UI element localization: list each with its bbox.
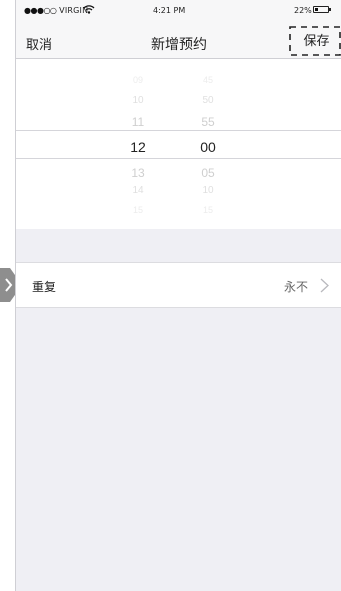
hour-option-13[interactable]: 13 — [108, 166, 168, 180]
hour-option-14[interactable]: 14 — [108, 185, 168, 196]
picker-selection-top-line — [16, 130, 341, 131]
repeat-setting-row[interactable]: 重复 永不 — [16, 262, 341, 308]
navigation-bar: 取消 新增预约 保存 — [16, 20, 341, 59]
minute-option-15[interactable]: 15 — [178, 205, 238, 215]
minute-option-00[interactable]: 00 — [178, 139, 238, 155]
battery-tip — [329, 8, 331, 11]
status-bar: ●●●○○ VIRGIN 4:21 PM 22% — [16, 0, 341, 20]
battery-percent: 22% — [294, 6, 312, 15]
minute-option-50[interactable]: 50 — [178, 95, 238, 106]
hour-option-10[interactable]: 10 — [108, 95, 168, 106]
minute-option-05[interactable]: 05 — [178, 166, 238, 180]
minute-option-45[interactable]: 45 — [178, 75, 238, 85]
hour-option-11[interactable]: 11 — [108, 115, 168, 129]
signal-strength-dots: ●●●○○ — [24, 6, 57, 15]
section-gap — [16, 229, 341, 262]
carrier-indicator: ●●●○○ VIRGIN — [24, 6, 88, 15]
picker-selection-bottom-line — [16, 158, 341, 159]
status-time: 4:21 PM — [153, 6, 186, 15]
hour-option-09[interactable]: 09 — [108, 75, 168, 85]
minute-option-10[interactable]: 10 — [178, 185, 238, 196]
minute-option-55[interactable]: 55 — [178, 115, 238, 129]
time-picker[interactable]: 09 10 11 12 13 14 15 45 50 55 00 05 10 15 — [16, 59, 341, 229]
repeat-value: 永不 — [284, 280, 309, 294]
battery-fill — [315, 8, 318, 11]
battery-icon — [313, 6, 329, 13]
hour-option-12[interactable]: 12 — [108, 139, 168, 155]
save-button[interactable]: 保存 — [295, 27, 338, 52]
repeat-label: 重复 — [32, 280, 57, 294]
wifi-icon — [83, 5, 95, 14]
phone-screen: ●●●○○ VIRGIN 4:21 PM 22% 取消 新增预约 保存 09 10… — [15, 0, 341, 591]
chevron-right-icon — [320, 278, 329, 293]
hour-option-15[interactable]: 15 — [108, 205, 168, 215]
